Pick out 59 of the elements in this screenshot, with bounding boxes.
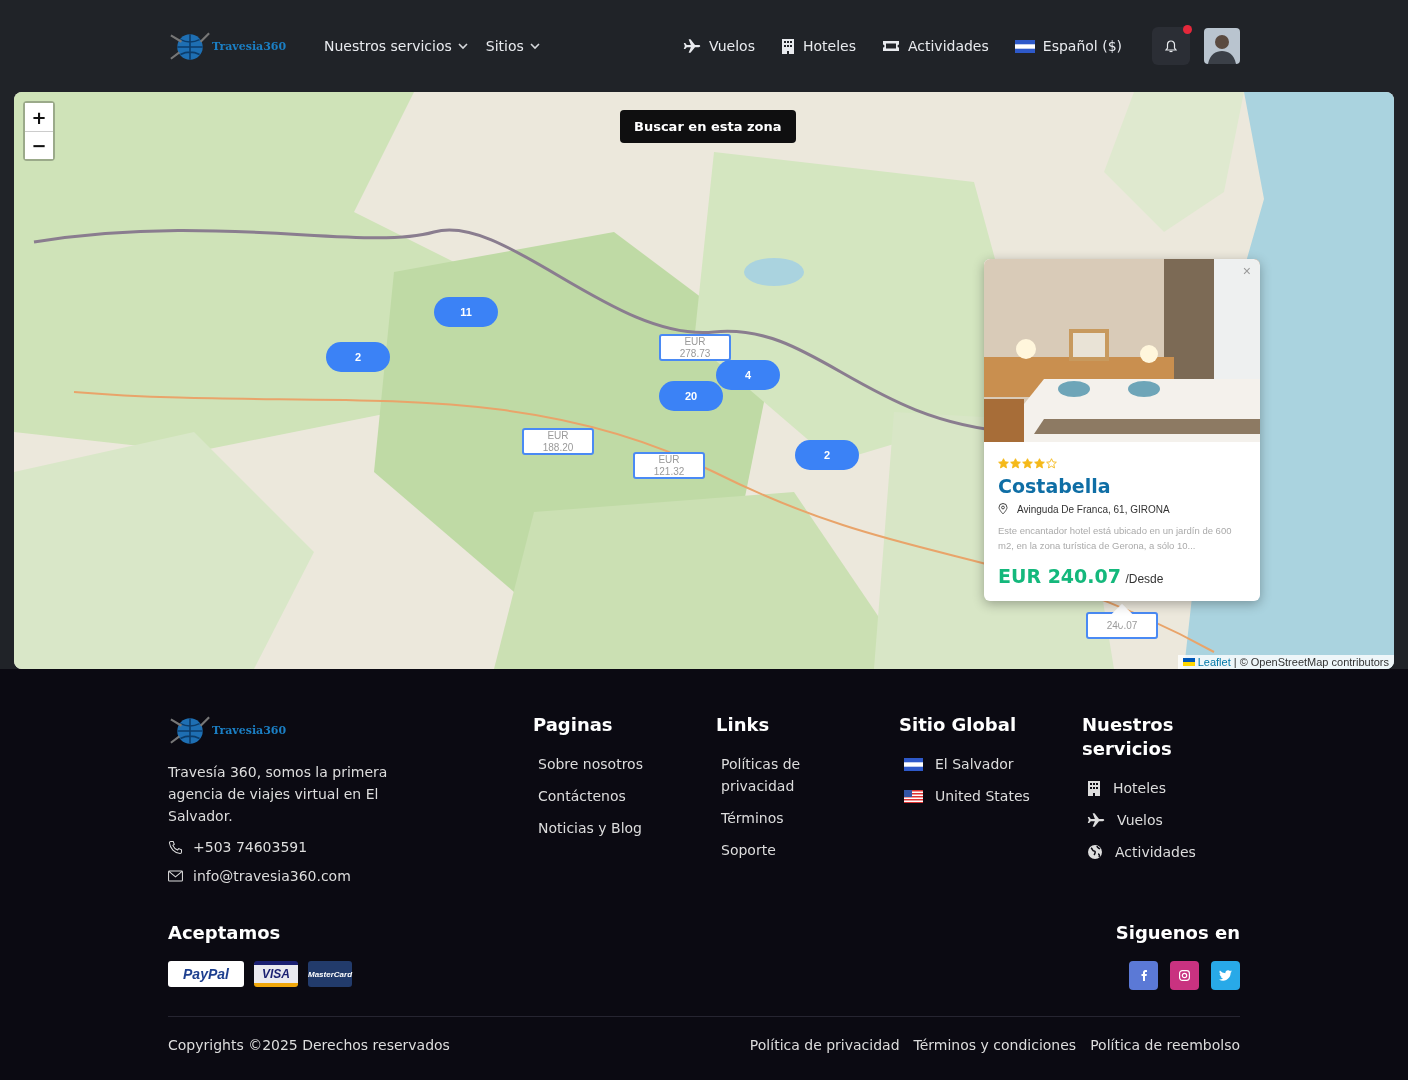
about-text: Travesía 360, somos la primera agencia de viajes virtual en El Salvador.: [168, 763, 389, 826]
logo-text: Travesia360: [212, 39, 287, 53]
flag-icon: [904, 789, 923, 803]
payment-logo: VISA: [254, 961, 298, 987]
plane-icon: [1087, 812, 1105, 828]
instagram-button[interactable]: [1170, 961, 1199, 990]
footer-link[interactable]: Políticas de privacidad: [721, 753, 831, 797]
footer-link[interactable]: El Salvador: [904, 753, 1014, 775]
column-title: Sitio Global: [899, 713, 1018, 737]
chevron-icon: [529, 42, 540, 50]
legal-link[interactable]: Política de reembolso: [1090, 1037, 1240, 1053]
mail-icon: [168, 870, 183, 882]
bird-icon: [1219, 970, 1232, 981]
footer-link[interactable]: Vuelos: [1087, 809, 1163, 831]
payment-logo: MasterCard: [308, 961, 352, 987]
copyright-text: Copyrights ©2025 Derechos reservados: [168, 1037, 450, 1053]
footer-link[interactable]: Términos: [721, 807, 784, 829]
section-title: Aceptamos: [168, 921, 282, 945]
legal-link[interactable]: Política de privacidad: [749, 1037, 900, 1053]
nav-link[interactable]: Vuelos: [683, 38, 755, 54]
column-title: Paginas: [533, 713, 614, 737]
flag-icon: [904, 757, 923, 771]
bell-icon: [1165, 39, 1177, 53]
column-title: Nuestros servicios: [1082, 713, 1175, 761]
footer-link[interactable]: Hoteles: [1087, 777, 1166, 799]
footer-link[interactable]: Sobre nosotros: [538, 753, 643, 775]
column-title: Links: [716, 713, 771, 737]
building-icon: [1087, 780, 1101, 796]
chevron-icon: [457, 42, 468, 50]
nav-link[interactable]: Hoteles: [780, 38, 856, 54]
logo-text: Travesia360: [212, 723, 287, 737]
instagram-icon: [1179, 970, 1190, 981]
language-selector[interactable]: Español ($): [1014, 38, 1122, 54]
building-icon: [780, 38, 795, 54]
legal-link[interactable]: Términos y condiciones: [913, 1037, 1077, 1053]
nav-dropdown[interactable]: Nuestros servicios: [320, 38, 468, 54]
footer-link[interactable]: Actividades: [1087, 841, 1196, 863]
email-address: info@travesia360.com: [193, 868, 351, 884]
avatar[interactable]: [1204, 28, 1240, 64]
phone-number: +503 74603591: [193, 839, 308, 855]
footer-link[interactable]: Contáctenos: [538, 785, 626, 807]
footer-link[interactable]: Noticias y Blog: [538, 817, 642, 839]
logo[interactable]: Travesia360: [168, 29, 306, 63]
footer-link[interactable]: Soporte: [721, 839, 776, 861]
notifications-button[interactable]: [1152, 27, 1190, 65]
twitter-button[interactable]: [1211, 961, 1240, 990]
payment-logo: PayPal: [168, 961, 244, 987]
nav-dropdown[interactable]: Sitios: [481, 38, 540, 54]
globe-icon: [1087, 844, 1103, 860]
flag-icon: [1014, 39, 1035, 53]
nav-link[interactable]: Actividades: [881, 38, 989, 54]
footer-logo[interactable]: Travesia360: [168, 713, 533, 747]
facebook-icon: [1140, 970, 1147, 981]
facebook-button[interactable]: [1129, 961, 1158, 990]
section-title: Siguenos en: [1115, 921, 1240, 945]
phone-icon: [168, 839, 183, 855]
plane-icon: [683, 38, 702, 54]
footer-link[interactable]: United States: [904, 785, 1030, 807]
ticket-icon: [881, 39, 900, 53]
